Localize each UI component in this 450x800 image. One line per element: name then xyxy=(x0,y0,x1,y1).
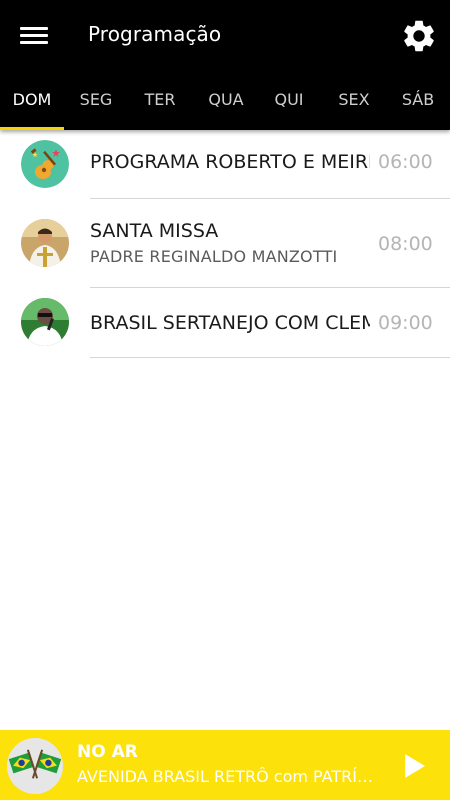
now-playing-track: AVENIDA BRASIL RETRÔ com PATRÍCIA xyxy=(77,767,377,786)
day-tabs: DOM SEG TER QUA QUI SEX SÁB xyxy=(0,74,450,130)
tab-label: TER xyxy=(144,90,176,109)
tab-label: SEX xyxy=(338,90,370,109)
schedule-row[interactable]: SANTA MISSA PADRE REGINALDO MANZOTTI 08:… xyxy=(0,199,450,288)
active-tab-indicator xyxy=(0,127,64,130)
on-air-label: NO AR xyxy=(77,742,138,762)
tab-seg[interactable]: SEG xyxy=(64,74,128,130)
gear-icon[interactable] xyxy=(400,17,438,55)
app-bar: Programação xyxy=(0,0,450,74)
divider xyxy=(90,357,450,358)
menu-icon[interactable] xyxy=(20,24,50,48)
schedule-row[interactable]: BRASIL SERTANEJO COM CLEMENTE 09:00 xyxy=(0,288,450,358)
priest-avatar xyxy=(21,219,69,267)
program-title: PROGRAMA ROBERTO E MEIRI xyxy=(90,151,370,173)
tab-dom[interactable]: DOM xyxy=(0,74,64,130)
host-avatar xyxy=(21,298,69,346)
tab-label: SÁB xyxy=(401,90,435,109)
program-title: BRASIL SERTANEJO COM CLEMENTE xyxy=(90,312,370,334)
program-subtitle: PADRE REGINALDO MANZOTTI xyxy=(90,247,338,266)
tab-label: SEG xyxy=(79,90,113,109)
guitar-icon xyxy=(21,140,69,188)
tab-label: QUA xyxy=(208,90,244,109)
tab-sex[interactable]: SEX xyxy=(322,74,386,130)
tab-label: DOM xyxy=(12,90,52,109)
program-time: 09:00 xyxy=(378,312,433,334)
program-title: SANTA MISSA xyxy=(90,220,219,242)
tab-ter[interactable]: TER xyxy=(128,74,192,130)
now-playing-bar[interactable]: NO AR AVENIDA BRASIL RETRÔ com PATRÍCIA xyxy=(0,730,450,800)
program-time: 08:00 xyxy=(378,233,433,255)
page-title: Programação xyxy=(88,22,222,46)
tab-sab[interactable]: SÁB xyxy=(386,74,450,130)
brazil-flags-icon xyxy=(7,738,63,794)
schedule-row[interactable]: PROGRAMA ROBERTO E MEIRI 06:00 xyxy=(0,130,450,199)
tab-qua[interactable]: QUA xyxy=(194,74,258,130)
play-icon[interactable] xyxy=(402,752,428,780)
tab-qui[interactable]: QUI xyxy=(257,74,321,130)
tab-label: QUI xyxy=(274,90,304,109)
program-time: 06:00 xyxy=(378,151,433,173)
schedule-list: PROGRAMA ROBERTO E MEIRI 06:00 SANTA MIS… xyxy=(0,130,450,358)
